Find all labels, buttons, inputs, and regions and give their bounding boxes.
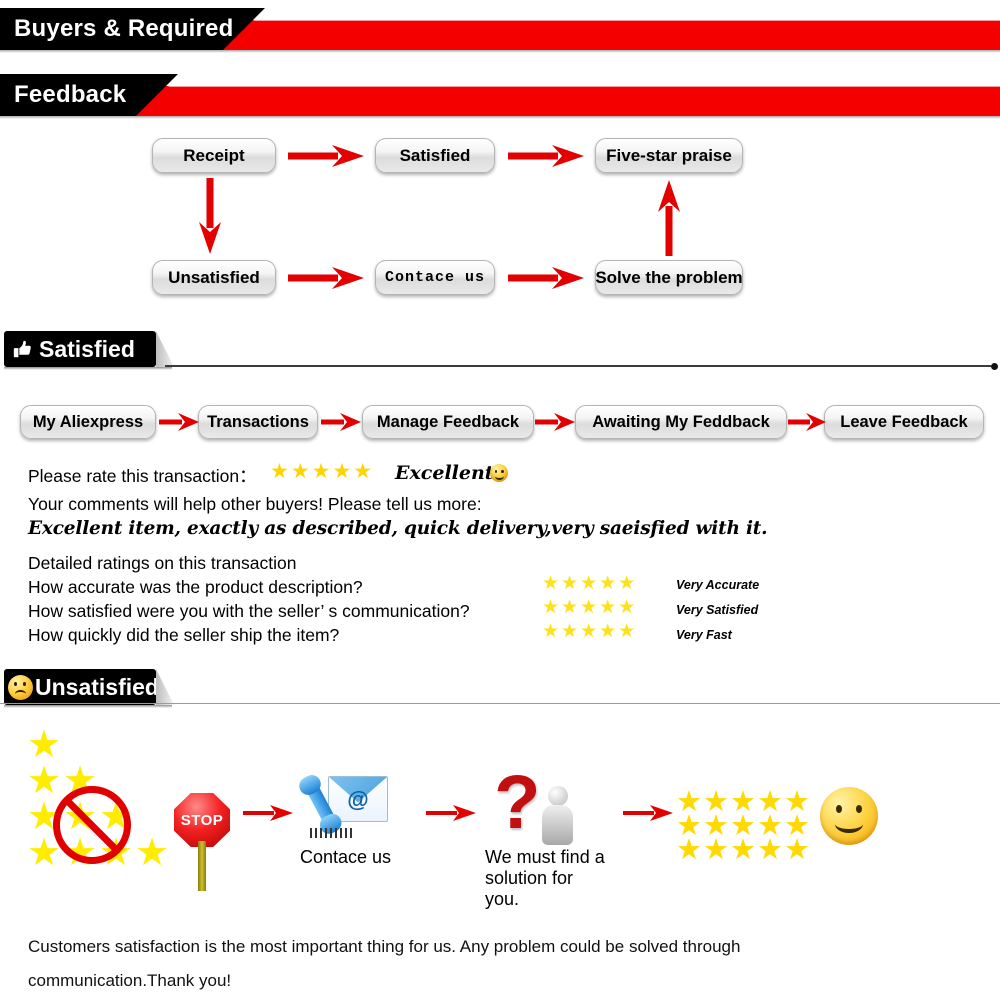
breadcrumb-arrow-4 [788,413,826,431]
rate-prompt: Please rate this transaction： [28,466,257,486]
flow-node-solve-the-problem[interactable]: Solve the problem [595,260,743,295]
sad-face-icon [8,674,33,700]
detailed-ratings-heading: Detailed ratings on this transaction [28,553,297,573]
breadcrumb-item-transactions[interactable]: Transactions [198,405,318,439]
no-low-rating-icon [53,786,131,864]
detailed-question-3: How quickly did the seller ship the item… [28,625,340,645]
contact-caption: Contace us [300,847,392,867]
flow-arrow-unsatisfied-to-contact [288,267,364,289]
section-header-unsatisfied: Unsatisfied [4,669,504,708]
flow-arrow-receipt-to-satisfied [288,145,364,167]
unsat-arrow-3 [623,805,673,821]
rate-stars: ★★★★★ [270,460,375,483]
footer-line-2: communication.Thank you! [28,971,232,990]
section-header-underline [4,367,172,370]
breadcrumb-label: Transactions [207,412,309,431]
flow-node-contact-us[interactable]: Contace us [375,260,495,295]
breadcrumb-label: Leave Feedback [840,412,968,431]
bad-star-r2c1: ★ [27,760,62,802]
flow-arrow-solve-to-praise [658,180,680,256]
breadcrumb-arrow-3 [535,413,575,431]
breadcrumb-arrow-2 [321,413,361,431]
flow-node-label: Satisfied [399,145,471,165]
question-mark-person-icon: ? [490,765,582,850]
unsat-arrow-2 [426,805,476,821]
banner-shadow [0,116,1000,119]
comments-prompt: Your comments will help other buyers! Pl… [28,494,482,514]
detailed-rating-1: Very Accurate [676,578,760,592]
section-header-label: Unsatisfied [35,673,159,700]
breadcrumb-item-leave-feedback[interactable]: Leave Feedback [824,405,984,439]
section-header-box: Satisfied [4,331,156,367]
flow-node-unsatisfied[interactable]: Unsatisfied [152,260,276,295]
flow-node-label: Receipt [183,145,245,165]
bad-star-r4c4: ★ [135,832,170,874]
thumbs-up-icon [13,340,31,358]
flow-arrow-contact-to-solve [508,267,584,289]
rule-end-dot [991,363,998,370]
detailed-rating-3: Very Fast [676,628,732,642]
flow-node-receipt[interactable]: Receipt [152,138,276,173]
breadcrumb-label: Manage Feedback [376,412,520,431]
detailed-stars-3: ★★★★★ [542,621,638,642]
flow-node-five-star-praise[interactable]: Five-star praise [595,138,743,173]
bad-star-r1c1: ★ [27,724,62,766]
section-header-notch [156,669,174,705]
stop-sign-icon: STOP [174,793,230,893]
section-header-satisfied: Satisfied [4,331,504,370]
breadcrumb-label: Awaiting My Feddback [592,412,770,431]
flow-node-label: Unsatisfied [168,267,260,287]
detailed-rating-2: Very Satisfied [676,603,759,617]
phone-envelope-icon: @ [296,770,388,844]
section-header-notch [156,331,174,367]
flow-arrow-satisfied-to-praise [508,145,584,167]
banner-shadow [0,50,1000,53]
breadcrumb-label: My Aliexpress [32,412,144,431]
detailed-question-1: How accurate was the product description… [28,577,363,597]
flow-node-label: Contace us [384,269,485,286]
flow-node-label: Five-star praise [606,145,732,165]
breadcrumb-item-awaiting-my-feedback[interactable]: Awaiting My Feddback [575,405,787,439]
breadcrumb-arrow-1 [159,413,199,431]
flow-arrow-receipt-to-unsatisfied [199,178,221,254]
comment-text: Excellent item, exactly as described, qu… [28,518,768,539]
smiley-face-icon [820,787,878,845]
detailed-question-2: How satisfied were you with the seller’ … [28,601,470,621]
unsat-arrow-1 [243,805,293,821]
solution-caption: We must find a solution for you. [485,847,605,909]
smiley-face-icon [490,464,508,482]
footer-line-1: Customers satisfaction is the most impor… [28,937,741,956]
section-header-box: Unsatisfied [4,669,159,705]
banner-buyers-required: Buyers & Required [0,8,1000,53]
unsatisfied-divider-rule [0,701,1000,707]
detailed-stars-2: ★★★★★ [542,597,638,618]
detailed-stars-1: ★★★★★ [542,573,638,594]
section-header-label: Satisfied [39,335,135,362]
good-stars-row-3: ★★★★★ [676,834,811,866]
rate-word: Excellent [395,462,494,484]
breadcrumb-item-manage-feedback[interactable]: Manage Feedback [362,405,534,439]
breadcrumb-item-my-aliexpress[interactable]: My Aliexpress [20,405,156,439]
flow-node-satisfied[interactable]: Satisfied [375,138,495,173]
flow-node-label: Solve the problem [595,267,743,287]
satisfied-divider-rule [165,363,998,370]
stop-label: STOP [180,811,224,829]
banner-black-shape: Buyers & Required [0,8,265,50]
banner-feedback: Feedback [0,74,1000,119]
